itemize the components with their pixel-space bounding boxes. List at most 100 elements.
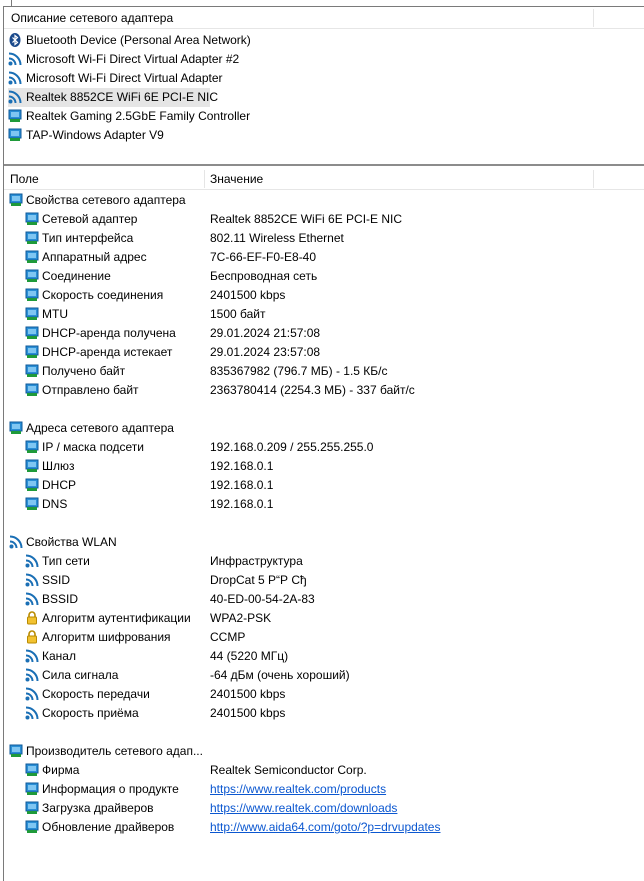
field-value: 192.168.0.209 / 255.255.255.0 (210, 440, 374, 454)
bluetooth-icon (8, 33, 22, 47)
detail-row[interactable]: Тип сети Инфраструктура (25, 552, 640, 571)
field-label: SSID (42, 573, 71, 587)
group-title: Адреса сетевого адаптера (26, 421, 174, 435)
adapters-header-label: Описание сетевого адаптера (11, 11, 174, 25)
network-adapter-icon (9, 193, 23, 207)
field-value: Realtek 8852CE WiFi 6E PCI-E NIC (210, 212, 403, 226)
network-adapter-icon (25, 497, 39, 511)
field-label: DHCP (42, 478, 77, 492)
network-adapter-icon (25, 763, 39, 777)
adapter-item-realtek-wifi[interactable]: Realtek 8852CE WiFi 6E PCI-E NIC (8, 88, 218, 107)
group-title: Свойства сетевого адаптера (26, 193, 186, 207)
detail-row[interactable]: Скорость передачи 2401500 kbps (25, 685, 640, 704)
network-adapter-icon (25, 383, 39, 397)
field-value: 44 (5220 МГц) (210, 649, 289, 663)
field-value: DropCat 5 Р“Р Сђ (210, 573, 307, 587)
detail-row[interactable]: Соединение Беспроводная сеть (25, 267, 640, 286)
field-value: 2401500 kbps (210, 687, 286, 701)
network-adapter-icon (9, 421, 23, 435)
adapter-item-label: Realtek 8852CE WiFi 6E PCI-E NIC (26, 90, 219, 104)
field-value: -64 дБм (очень хороший) (210, 668, 350, 682)
detail-row[interactable]: Получено байт 835367982 (796.7 МБ) - 1.5 … (25, 362, 640, 381)
field-value: Беспроводная сеть (210, 269, 318, 283)
field-label: Фирма (42, 763, 80, 777)
field-label: Информация о продукте (42, 782, 179, 796)
value-link[interactable]: http://www.aida64.com/goto/?p=drvupdates (210, 818, 440, 837)
field-value: 2363780414 (2254.3 МБ) - 337 байт/с (210, 383, 415, 397)
wifi-icon (9, 535, 23, 549)
detail-row[interactable]: Фирма Realtek Semiconductor Corp. (25, 761, 640, 780)
field-value: 2401500 kbps (210, 706, 286, 720)
detail-row[interactable]: DHCP-аренда получена 29.01.2024 21:57:08 (25, 324, 640, 343)
detail-row[interactable]: Шлюз 192.168.0.1 (25, 457, 640, 476)
detail-row[interactable]: DHCP 192.168.0.1 (25, 476, 640, 495)
detail-row[interactable]: Отправлено байт 2363780414 (2254.3 МБ) - … (25, 381, 640, 400)
field-value: CCMP (210, 630, 246, 644)
network-adapter-icon (25, 345, 39, 359)
detail-row[interactable]: Сетевой адаптер Realtek 8852CE WiFi 6E PC… (25, 210, 640, 229)
detail-row[interactable]: Алгоритм аутентификации WPA2-PSK (25, 609, 640, 628)
field-label: DNS (42, 497, 68, 511)
field-label: Аппаратный адрес (42, 250, 147, 264)
network-adapter-icon (25, 212, 39, 226)
detail-row[interactable]: Тип интерфейса 802.11 Wireless Ethernet (25, 229, 640, 248)
wifi-icon (25, 687, 39, 701)
detail-row[interactable]: DNS 192.168.0.1 (25, 495, 640, 514)
network-adapter-icon (25, 269, 39, 283)
field-label: Отправлено байт (42, 383, 139, 397)
column-separator[interactable] (204, 170, 205, 188)
field-label: BSSID (42, 592, 79, 606)
column-field-header[interactable]: Поле (10, 172, 39, 186)
value-link[interactable]: https://www.realtek.com/downloads (210, 799, 397, 818)
network-adapter-icon (25, 820, 39, 834)
group-title: Свойства WLAN (26, 535, 117, 549)
field-label: IP / маска подсети (42, 440, 144, 454)
adapter-item-label: TAP-Windows Adapter V9 (26, 128, 164, 142)
field-value: 29.01.2024 23:57:08 (210, 345, 321, 359)
lock-icon (25, 611, 39, 625)
field-label: Канал (42, 649, 76, 663)
network-adapter-icon (9, 744, 23, 758)
network-adapter-icon (25, 364, 39, 378)
value-link[interactable]: https://www.realtek.com/products (210, 780, 386, 799)
detail-row[interactable]: Аппаратный адрес 7C-66-EF-F0-E8-40 (25, 248, 640, 267)
field-value: 192.168.0.1 (210, 459, 274, 473)
detail-row[interactable]: IP / маска подсети 192.168.0.209 / 255.25… (25, 438, 640, 457)
detail-row[interactable]: BSSID 40-ED-00-54-2A-83 (25, 590, 640, 609)
field-label: Скорость приёма (42, 706, 139, 720)
field-label: Шлюз (42, 459, 75, 473)
detail-row[interactable]: Скорость приёма 2401500 kbps (25, 704, 640, 723)
detail-row[interactable]: Сила сигнала -64 дБм (очень хороший) (25, 666, 640, 685)
column-separator[interactable] (593, 170, 594, 188)
detail-row[interactable]: Загрузка драйверов https://www.realtek.co… (25, 799, 640, 818)
adapter-item-label: Microsoft Wi-Fi Direct Virtual Adapter #… (26, 52, 240, 66)
detail-row[interactable]: Обновление драйверов http://www.aida64.co… (25, 818, 640, 837)
field-label: Алгоритм шифрования (42, 630, 171, 644)
lock-icon (25, 630, 39, 644)
column-separator[interactable] (593, 9, 594, 27)
field-label: DHCP-аренда истекает (42, 345, 173, 359)
adapter-item-label: Bluetooth Device (Personal Area Network) (26, 33, 251, 47)
frame-tick (11, 0, 12, 6)
detail-row[interactable]: Канал 44 (5220 МГц) (25, 647, 640, 666)
detail-row[interactable]: Скорость соединения 2401500 kbps (25, 286, 640, 305)
panel-splitter[interactable] (4, 164, 644, 166)
detail-row[interactable]: DHCP-аренда истекает 29.01.2024 23:57:08 (25, 343, 640, 362)
detail-row[interactable]: MTU 1500 байт (25, 305, 640, 324)
adapters-column-header[interactable]: Описание сетевого адаптера (4, 7, 644, 29)
adapter-item-label: Microsoft Wi-Fi Direct Virtual Adapter (26, 71, 223, 85)
column-value-header[interactable]: Значение (210, 172, 263, 186)
field-value: 835367982 (796.7 МБ) - 1.5 КБ/с (210, 364, 388, 378)
network-adapter-icon (25, 478, 39, 492)
field-label: Сетевой адаптер (42, 212, 138, 226)
field-label: Скорость соединения (42, 288, 164, 302)
field-value: Инфраструктура (210, 554, 303, 568)
network-adapter-icon (8, 128, 22, 142)
field-value: Realtek Semiconductor Corp. (210, 763, 367, 777)
detail-row[interactable]: Информация о продукте https://www.realtek… (25, 780, 640, 799)
detail-row[interactable]: SSID DropCat 5 Р“Р Сђ (25, 571, 640, 590)
field-value: 192.168.0.1 (210, 497, 274, 511)
wifi-icon (25, 573, 39, 587)
detail-row[interactable]: Алгоритм шифрования CCMP (25, 628, 640, 647)
network-adapter-icon (25, 801, 39, 815)
